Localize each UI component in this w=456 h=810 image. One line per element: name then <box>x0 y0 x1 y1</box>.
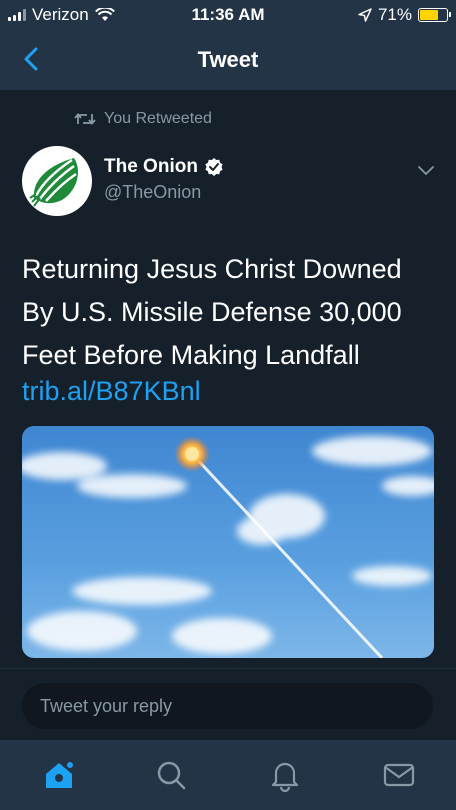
retweet-label: You Retweeted <box>104 110 212 127</box>
battery-group: 71% <box>358 5 451 25</box>
nav-bar: Tweet <box>0 30 456 90</box>
author-name[interactable]: The Onion <box>104 156 224 178</box>
messages-icon[interactable] <box>382 758 416 792</box>
location-arrow-icon <box>358 8 372 22</box>
search-icon[interactable] <box>154 758 188 792</box>
chevron-down-icon[interactable] <box>416 164 436 178</box>
retweet-icon <box>74 113 96 125</box>
tweet-link[interactable]: trib.al/B87KBnl <box>22 376 201 407</box>
notifications-icon[interactable] <box>268 758 302 792</box>
reply-input[interactable]: Tweet your reply <box>22 683 433 729</box>
battery-icon <box>418 8 451 22</box>
author-handle[interactable]: @TheOnion <box>104 182 201 203</box>
author-name-label: The Onion <box>104 156 198 177</box>
tab-bar <box>0 740 456 810</box>
battery-percent: 71% <box>377 5 412 24</box>
status-bar: Verizon 11:36 AM 71% <box>0 0 456 30</box>
sky-missile-image <box>22 426 434 658</box>
verified-badge-icon <box>205 158 223 176</box>
tweet-media-image[interactable] <box>22 426 434 658</box>
page-title: Tweet <box>197 47 259 72</box>
avatar[interactable] <box>22 146 92 216</box>
home-icon[interactable] <box>42 758 76 792</box>
tweet-text: Returning Jesus Christ Downed By U.S. Mi… <box>22 254 402 370</box>
retweet-context[interactable]: You Retweeted <box>74 110 212 128</box>
reply-bar: Tweet your reply <box>0 668 456 740</box>
onion-logo-icon <box>24 148 90 214</box>
